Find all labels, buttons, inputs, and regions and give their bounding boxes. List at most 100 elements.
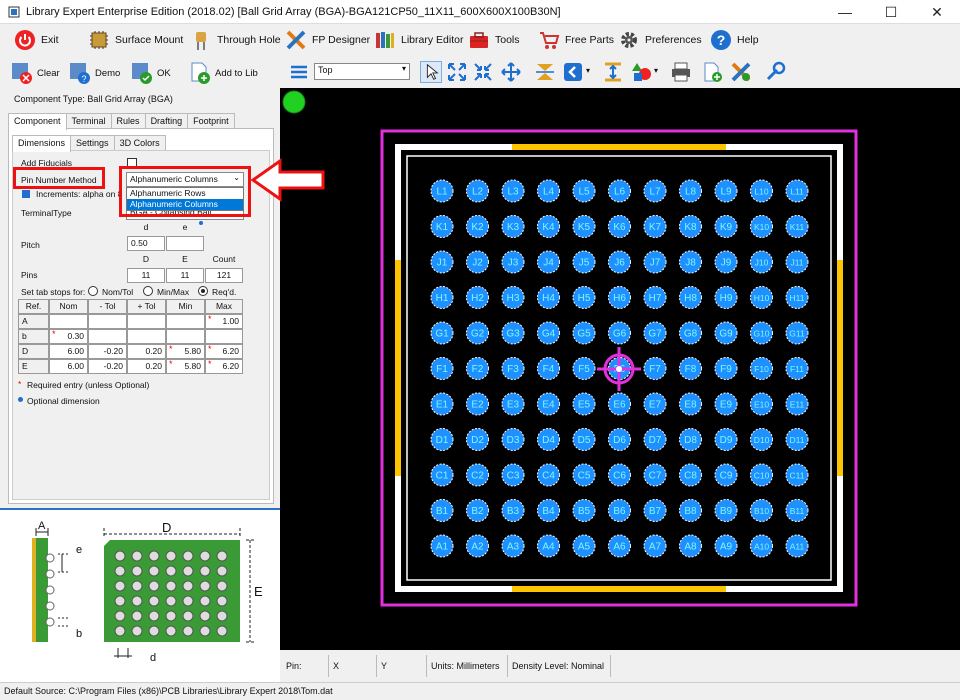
pad-B8[interactable]: B8: [679, 499, 702, 522]
pad-F1[interactable]: F1: [430, 357, 454, 380]
free-parts-button[interactable]: Free Parts: [538, 28, 614, 52]
pad-E9[interactable]: E9: [714, 392, 738, 416]
tools-button[interactable]: Tools: [468, 28, 520, 52]
printer-icon[interactable]: [670, 61, 692, 83]
pad-F7[interactable]: F7: [643, 357, 667, 380]
pad-L8[interactable]: L8: [679, 179, 702, 203]
close-button[interactable]: ✕: [914, 0, 960, 24]
add-part-icon[interactable]: [702, 61, 724, 83]
pad-J7[interactable]: J7: [643, 250, 667, 274]
pad-K4[interactable]: K4: [537, 215, 560, 238]
pad-G1[interactable]: G1: [430, 321, 454, 345]
pad-H3[interactable]: H3: [501, 286, 525, 309]
pad-K11[interactable]: K11: [785, 215, 809, 238]
pad-D2[interactable]: D2: [466, 428, 489, 451]
chevron-down-icon[interactable]: ▾: [654, 66, 658, 75]
tab-drafting[interactable]: Drafting: [144, 113, 189, 129]
pad-F10[interactable]: F10: [750, 357, 773, 380]
pad-L6[interactable]: L6: [608, 179, 631, 203]
pad-G5[interactable]: G5: [572, 321, 596, 345]
pad-A1[interactable]: A1: [430, 534, 454, 558]
zoom-fit-icon[interactable]: [446, 61, 468, 83]
pad-A3[interactable]: A3: [501, 534, 525, 558]
add-to-lib-button[interactable]: Add to Lib: [188, 60, 258, 86]
chevron-down-icon[interactable]: ▾: [586, 66, 590, 75]
tab-rules[interactable]: Rules: [110, 113, 146, 129]
pad-C6[interactable]: C6: [608, 463, 631, 487]
pad-F2[interactable]: F2: [466, 357, 489, 380]
pad-D1[interactable]: D1: [430, 428, 454, 451]
dim-value-input[interactable]: * 5.80: [166, 344, 205, 359]
footprint-canvas[interactable]: L1 L2 L3 L4 L5 L6 L7 L8 L9 L10 L11 K1 K2 K3 K4 K5 K6 K7 K8…: [280, 88, 960, 650]
dim-value-input[interactable]: [88, 314, 127, 329]
pad-A11[interactable]: A11: [785, 534, 809, 558]
pad-J11[interactable]: J11: [785, 250, 809, 274]
nomtol-radio[interactable]: [88, 286, 98, 296]
pad-B10[interactable]: B10: [750, 499, 773, 522]
pad-A10[interactable]: A10: [750, 534, 773, 558]
dim-value-input[interactable]: 6.00: [49, 359, 88, 374]
pad-E11[interactable]: E11: [785, 392, 809, 416]
pad-J3[interactable]: J3: [501, 250, 525, 274]
through-hole-button[interactable]: Through Hole: [190, 28, 281, 52]
pitch-d-input[interactable]: 0.50: [127, 236, 165, 251]
pad-B3[interactable]: B3: [501, 499, 525, 522]
pad-D3[interactable]: D3: [501, 428, 525, 451]
pad-H4[interactable]: H4: [537, 286, 560, 309]
pad-L4[interactable]: L4: [537, 179, 560, 203]
dim-value-input[interactable]: * 0.30: [49, 329, 88, 344]
pad-C10[interactable]: C10: [750, 463, 773, 487]
pad-J6[interactable]: J6: [608, 250, 631, 274]
pad-A9[interactable]: A9: [714, 534, 738, 558]
pad-H7[interactable]: H7: [643, 286, 667, 309]
dim-value-input[interactable]: -0.20: [88, 344, 127, 359]
dim-value-input[interactable]: [166, 314, 205, 329]
pins-E-input[interactable]: 11: [166, 268, 204, 283]
pad-K2[interactable]: K2: [466, 215, 489, 238]
pad-H8[interactable]: H8: [679, 286, 702, 309]
pad-L3[interactable]: L3: [501, 179, 525, 203]
pad-D4[interactable]: D4: [537, 428, 560, 451]
wrench-icon[interactable]: [764, 61, 786, 83]
pad-G2[interactable]: G2: [466, 321, 489, 345]
pad-D11[interactable]: D11: [785, 428, 809, 451]
pad-G6[interactable]: G6: [608, 321, 631, 345]
pad-L10[interactable]: L10: [750, 179, 773, 203]
layer-select[interactable]: Top ▾: [314, 63, 410, 80]
library-editor-button[interactable]: Library Editor: [374, 28, 463, 52]
pad-B7[interactable]: B7: [643, 499, 667, 522]
mirror-icon[interactable]: [534, 61, 556, 83]
pad-B1[interactable]: B1: [430, 499, 454, 522]
dim-value-input[interactable]: 6.00: [49, 344, 88, 359]
pad-E4[interactable]: E4: [537, 392, 560, 416]
dim-value-input[interactable]: [166, 329, 205, 344]
tools-cross-icon[interactable]: [730, 61, 752, 83]
clear-button[interactable]: Clear: [10, 60, 60, 86]
pad-C2[interactable]: C2: [466, 463, 489, 487]
dim-value-input[interactable]: -0.20: [88, 359, 127, 374]
pad-J1[interactable]: J1: [430, 250, 454, 274]
pitch-e-input[interactable]: [166, 236, 204, 251]
pad-C9[interactable]: C9: [714, 463, 738, 487]
pad-G9[interactable]: G9: [714, 321, 738, 345]
pad-E7[interactable]: E7: [643, 392, 667, 416]
pad-J8[interactable]: J8: [679, 250, 702, 274]
pad-C3[interactable]: C3: [501, 463, 525, 487]
back-icon[interactable]: [562, 61, 584, 83]
minimize-button[interactable]: —: [822, 0, 868, 24]
pad-L9[interactable]: L9: [714, 179, 738, 203]
pad-H2[interactable]: H2: [466, 286, 489, 309]
pad-E2[interactable]: E2: [466, 392, 489, 416]
pad-C1[interactable]: C1: [430, 463, 454, 487]
pad-C4[interactable]: C4: [537, 463, 560, 487]
dim-value-input[interactable]: [205, 329, 243, 344]
pad-L1[interactable]: L1: [430, 179, 454, 203]
demo-button[interactable]: ? Demo: [68, 60, 120, 86]
reqd-radio[interactable]: [198, 286, 208, 296]
dim-value-input[interactable]: 0.20: [127, 344, 166, 359]
pad-L2[interactable]: L2: [466, 179, 489, 203]
shapes-icon[interactable]: [630, 61, 652, 83]
dim-value-input[interactable]: * 6.20: [205, 359, 243, 374]
exit-button[interactable]: Exit: [14, 28, 59, 52]
increments-checkbox[interactable]: [22, 190, 30, 198]
